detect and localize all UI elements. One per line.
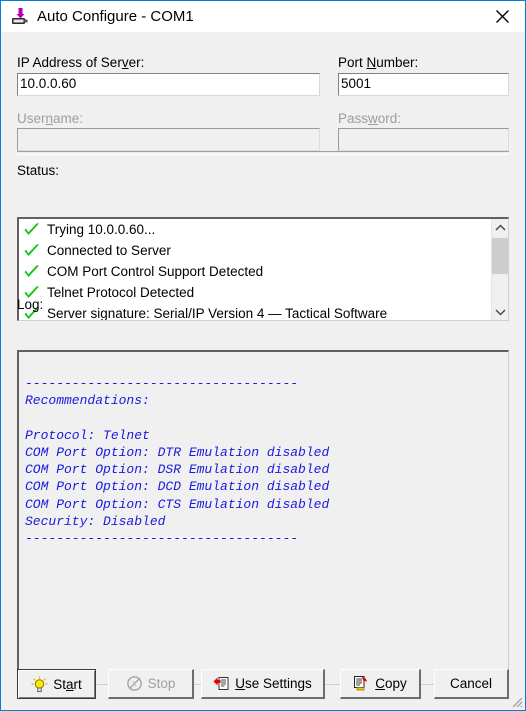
status-row[interactable]: Server signature: Serial/IP Version 4 — …	[19, 303, 490, 321]
port-number-label: Port Number:	[338, 55, 419, 70]
status-item-text: Telnet Protocol Detected	[47, 285, 195, 300]
stop-button-label: Stop	[147, 676, 176, 691]
cancel-button-label: Cancel	[449, 676, 493, 691]
log-text: ----------------------------------- Reco…	[25, 376, 330, 547]
status-item-text: Trying 10.0.0.60...	[47, 222, 156, 237]
resize-grip[interactable]	[509, 694, 523, 708]
username-input[interactable]	[17, 128, 320, 151]
apply-settings-icon	[213, 675, 230, 692]
status-scrollbar[interactable]	[491, 219, 508, 320]
start-button-label: Start	[53, 676, 82, 692]
lightbulb-icon	[31, 676, 48, 693]
log-textbox[interactable]: ----------------------------------- Reco…	[17, 350, 509, 685]
serial-port-download-icon	[10, 7, 30, 27]
status-item-text: Server signature: Serial/IP Version 4 — …	[47, 306, 388, 321]
chevron-up-icon[interactable]	[492, 219, 508, 236]
auto-configure-dialog: Auto Configure - COM1 IP Address of Serv…	[0, 0, 526, 711]
copy-clipboard-icon	[353, 675, 370, 692]
use-settings-button[interactable]: Use Settings	[201, 669, 325, 699]
port-number-input[interactable]: 5001	[338, 73, 509, 96]
chevron-down-icon[interactable]	[492, 303, 508, 320]
status-label: Status:	[17, 163, 60, 178]
dialog-body: IP Address of Server: 10.0.0.60 Port Num…	[1, 32, 525, 710]
ip-address-label: IP Address of Server:	[17, 55, 145, 70]
log-label: Log:	[17, 297, 44, 312]
status-item-container: Trying 10.0.0.60... Connected to Server …	[19, 219, 490, 320]
close-icon	[495, 10, 509, 23]
section-divider	[17, 151, 509, 155]
status-row[interactable]: COM Port Control Support Detected	[19, 261, 490, 282]
use-settings-button-label: Use Settings	[235, 676, 312, 691]
green-check-icon	[23, 243, 41, 259]
start-button[interactable]: Start	[17, 669, 96, 699]
status-listbox[interactable]: Trying 10.0.0.60... Connected to Server …	[17, 217, 509, 321]
stop-button[interactable]: Stop	[108, 669, 194, 699]
green-check-icon	[23, 264, 41, 280]
status-row[interactable]: Trying 10.0.0.60...	[19, 219, 490, 240]
copy-button[interactable]: Copy	[340, 669, 421, 699]
stop-no-entry-icon	[126, 675, 143, 692]
status-row[interactable]: Connected to Server	[19, 240, 490, 261]
green-check-icon	[23, 222, 41, 238]
password-input[interactable]	[338, 128, 509, 151]
close-button[interactable]	[479, 1, 525, 32]
status-item-text: COM Port Control Support Detected	[47, 264, 264, 279]
window-title: Auto Configure - COM1	[37, 8, 194, 25]
cancel-button[interactable]: Cancel	[434, 669, 509, 699]
status-row[interactable]: Telnet Protocol Detected	[19, 282, 490, 303]
password-label: Password:	[338, 111, 402, 126]
copy-button-label: Copy	[375, 676, 407, 691]
title-bar: Auto Configure - COM1	[1, 1, 525, 33]
ip-address-input[interactable]: 10.0.0.60	[17, 73, 320, 96]
scrollbar-thumb[interactable]	[492, 238, 508, 274]
status-item-text: Connected to Server	[47, 243, 171, 258]
username-label: Username:	[17, 111, 84, 126]
